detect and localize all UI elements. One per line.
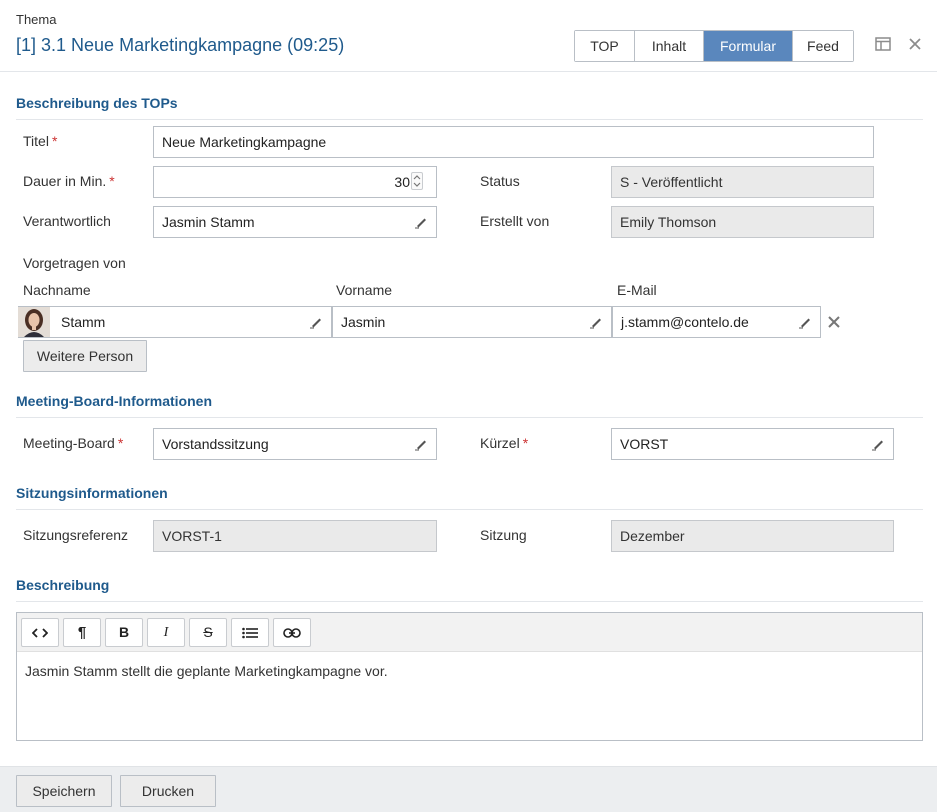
presenter-lastname-input[interactable]: Stamm	[18, 306, 332, 338]
session-field: Dezember	[611, 520, 894, 552]
divider	[16, 509, 923, 510]
bold-icon[interactable]: B	[105, 618, 143, 647]
page-title: [1] 3.1 Neue Marketingkampagne (09:25)	[16, 35, 345, 55]
link-icon[interactable]	[273, 618, 311, 647]
view-tabs: TOP Inhalt Formular Feed	[574, 30, 854, 62]
italic-icon[interactable]: I	[147, 618, 185, 647]
section-heading-board: Meeting-Board-Informationen	[16, 393, 212, 409]
print-button[interactable]: Drucken	[120, 775, 216, 807]
board-label: Meeting-Board *	[23, 435, 124, 451]
editor-toolbar: ¶ B I S	[17, 613, 922, 652]
section-heading-session: Sitzungsinformationen	[16, 485, 168, 501]
paragraph-icon[interactable]: ¶	[63, 618, 101, 647]
presenter-email-value: j.stamm@contelo.de	[621, 314, 749, 330]
presenter-firstname-input[interactable]: Jasmin	[332, 306, 612, 338]
column-header-lastname: Nachname	[23, 282, 91, 298]
short-code-input[interactable]: VORST	[611, 428, 894, 460]
edit-pencil-icon[interactable]	[414, 437, 428, 451]
strikethrough-icon[interactable]: S	[189, 618, 227, 647]
description-editor[interactable]: ¶ B I S Jasmin Stamm stellt die geplante…	[16, 612, 923, 741]
responsible-label: Verantwortlich	[23, 213, 111, 229]
column-header-firstname: Vorname	[336, 282, 393, 298]
responsible-value: Jasmin Stamm	[162, 214, 255, 230]
presenter-firstname-value: Jasmin	[341, 314, 386, 330]
session-ref-field: VORST-1	[153, 520, 437, 552]
section-heading-description: Beschreibung	[16, 577, 110, 593]
dialog-footer: Speichern Drucken	[0, 766, 937, 812]
section-heading-top: Beschreibung des TOPs	[16, 95, 178, 111]
meeting-board-value: Vorstandssitzung	[162, 436, 269, 452]
status-field: S - Veröffentlicht	[611, 166, 874, 198]
short-label: Kürzel *	[480, 435, 529, 451]
tab-top[interactable]: TOP	[575, 31, 635, 61]
created-by-field: Emily Thomson	[611, 206, 874, 238]
presented-by-label: Vorgetragen von	[23, 255, 126, 271]
tab-feed[interactable]: Feed	[793, 31, 853, 61]
edit-pencil-icon[interactable]	[309, 315, 323, 329]
divider	[16, 119, 923, 120]
editor-content[interactable]: Jasmin Stamm stellt die geplante Marketi…	[25, 663, 388, 679]
bullet-list-icon[interactable]	[231, 618, 269, 647]
title-label: Titel *	[23, 133, 58, 149]
add-person-button[interactable]: Weitere Person	[23, 340, 147, 372]
duration-label: Dauer in Min. *	[23, 173, 115, 189]
edit-pencil-icon[interactable]	[589, 315, 603, 329]
divider	[16, 601, 923, 602]
meeting-board-input[interactable]: Vorstandssitzung	[153, 428, 437, 460]
created-by-label: Erstellt von	[480, 213, 550, 229]
avatar	[18, 307, 50, 337]
dialog-header: Thema [1] 3.1 Neue Marketingkampagne (09…	[0, 0, 937, 72]
column-header-email: E-Mail	[617, 282, 657, 298]
duration-stepper[interactable]: 30	[153, 166, 437, 198]
presenter-lastname-value: Stamm	[61, 314, 106, 330]
divider	[16, 417, 923, 418]
window-icon[interactable]	[874, 36, 892, 54]
edit-pencil-icon[interactable]	[414, 215, 428, 229]
stepper-arrows-icon[interactable]	[411, 172, 423, 190]
session-label: Sitzung	[480, 527, 527, 543]
status-label: Status	[480, 173, 520, 189]
presenter-email-input[interactable]: j.stamm@contelo.de	[612, 306, 821, 338]
remove-presenter-icon[interactable]	[826, 314, 842, 330]
required-marker: *	[51, 133, 58, 149]
required-marker: *	[109, 173, 115, 189]
edit-pencil-icon[interactable]	[871, 437, 885, 451]
responsible-input[interactable]: Jasmin Stamm	[153, 206, 437, 238]
code-icon[interactable]	[21, 618, 59, 647]
edit-pencil-icon[interactable]	[798, 315, 812, 329]
session-ref-label: Sitzungsreferenz	[23, 527, 129, 543]
tab-inhalt[interactable]: Inhalt	[635, 31, 704, 61]
save-button[interactable]: Speichern	[16, 775, 112, 807]
header-kicker: Thema	[16, 12, 57, 27]
required-marker: *	[522, 435, 529, 451]
short-code-value: VORST	[620, 436, 669, 452]
tab-formular[interactable]: Formular	[704, 31, 793, 61]
required-marker: *	[117, 435, 124, 451]
title-input[interactable]: Neue Marketingkampagne	[153, 126, 874, 158]
close-icon[interactable]	[906, 36, 924, 54]
